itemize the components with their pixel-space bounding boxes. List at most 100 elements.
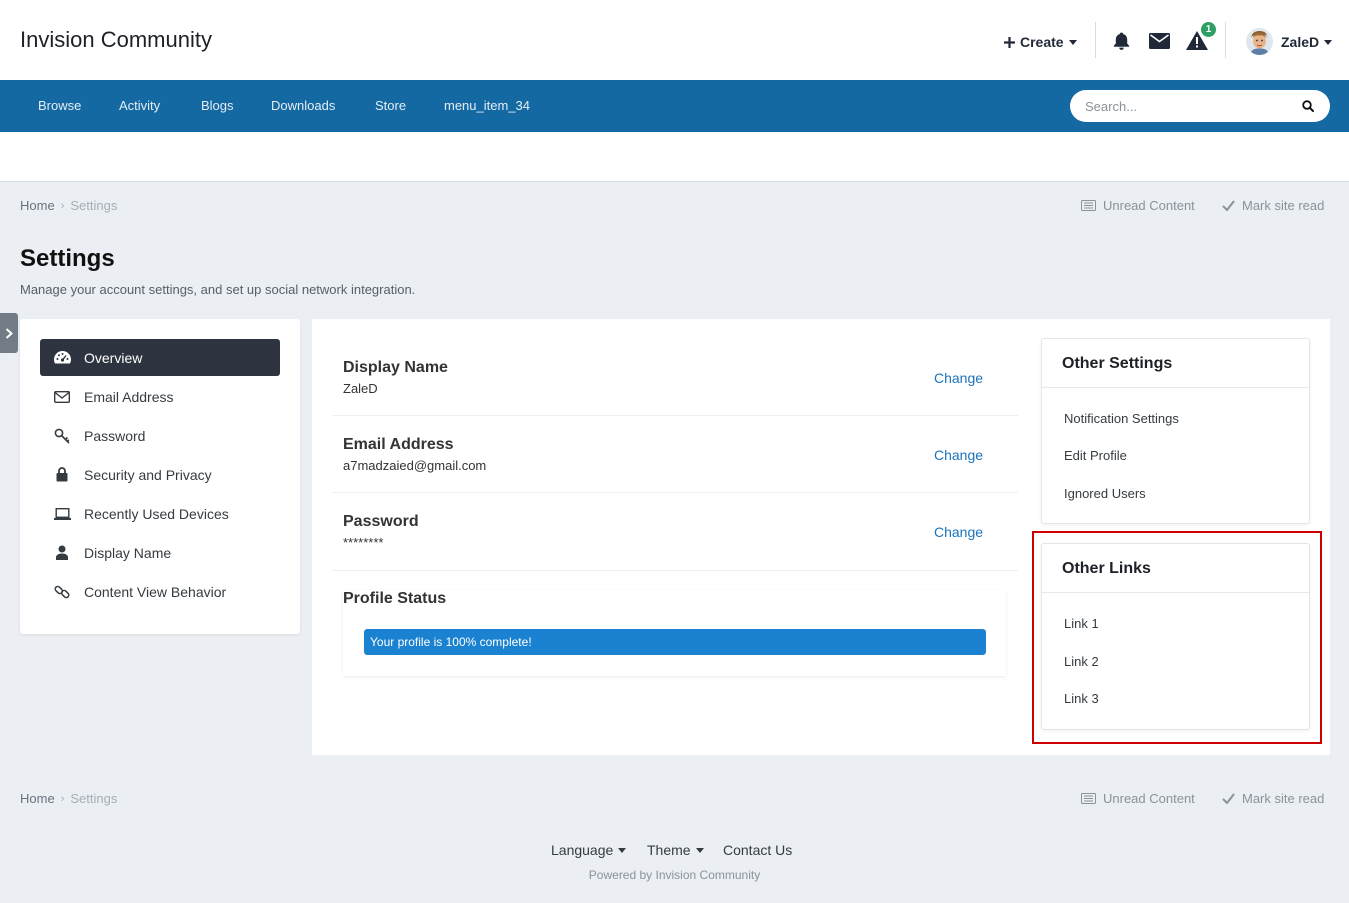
ignored-users-link[interactable]: Ignored Users <box>1064 486 1146 501</box>
email-address-row: Email Address a7madzaied@gmail.com Chang… <box>332 416 1018 493</box>
change-display-name-link[interactable]: Change <box>934 370 983 386</box>
settings-menu-recently-used-devices[interactable]: Recently Used Devices <box>40 495 280 532</box>
search-icon[interactable] <box>1302 100 1314 112</box>
envelope-icon <box>40 390 84 403</box>
settings-menu-label: Security and Privacy <box>84 466 212 483</box>
notifications-bell-icon[interactable] <box>1112 31 1131 51</box>
check-icon <box>1222 200 1235 211</box>
nav-item-activity[interactable]: Activity <box>119 98 160 113</box>
messages-envelope-icon[interactable] <box>1149 33 1170 49</box>
unread-content-link[interactable]: Unread Content <box>1081 791 1195 806</box>
user-avatar[interactable] <box>1246 28 1273 55</box>
notification-count-badge: 1 <box>1200 21 1217 38</box>
site-header: Invision Community Create 1 ZaleD <box>0 0 1349 80</box>
sub-navigation-bar <box>0 132 1349 182</box>
notification-settings-link[interactable]: Notification Settings <box>1064 411 1179 426</box>
main-navigation: Browse Activity Blogs Downloads Store me… <box>0 80 1349 132</box>
settings-menu: Overview Email Address Password Security… <box>20 319 300 634</box>
unread-content-label: Unread Content <box>1103 198 1195 213</box>
settings-menu-security-and-privacy[interactable]: Security and Privacy <box>40 456 280 493</box>
breadcrumb-home[interactable]: Home <box>20 791 55 806</box>
chevron-right-icon <box>5 327 13 339</box>
user-icon <box>40 545 84 560</box>
settings-menu-label: Email Address <box>84 388 174 405</box>
header-divider <box>1095 22 1096 58</box>
nav-item-blogs[interactable]: Blogs <box>201 98 234 113</box>
display-name-value: ZaleD <box>343 381 378 396</box>
chevron-down-icon <box>1068 39 1077 45</box>
theme-label: Theme <box>647 842 691 858</box>
newspaper-icon <box>1081 200 1096 211</box>
chevron-right-icon: › <box>60 792 65 805</box>
settings-menu-password[interactable]: Password <box>40 417 280 454</box>
breadcrumb: Home › Settings <box>20 198 117 213</box>
breadcrumb-current: Settings <box>70 198 118 213</box>
powered-by-text: Powered by Invision Community <box>588 868 761 882</box>
chevron-down-icon <box>1324 39 1333 45</box>
profile-progress-text: Your profile is 100% complete! <box>370 635 532 649</box>
newspaper-icon <box>1081 793 1096 804</box>
settings-menu-label: Display Name <box>84 544 172 561</box>
breadcrumb-current: Settings <box>70 791 118 806</box>
email-address-value: a7madzaied@gmail.com <box>343 458 487 473</box>
search-box <box>1070 90 1330 122</box>
settings-menu-label: Content View Behavior <box>84 583 227 600</box>
username-label: ZaleD <box>1281 34 1320 50</box>
settings-menu-display-name[interactable]: Display Name <box>40 534 280 571</box>
footer-breadcrumb: Home › Settings <box>20 791 117 806</box>
breadcrumb-home[interactable]: Home <box>20 198 55 213</box>
highlight-box <box>1032 531 1322 744</box>
contact-us-link[interactable]: Contact Us <box>723 842 792 858</box>
create-button[interactable]: Create <box>1004 34 1077 50</box>
nav-item-menu-item-34[interactable]: menu_item_34 <box>444 98 530 113</box>
settings-menu-label: Password <box>84 427 146 444</box>
password-value: ******** <box>343 535 384 550</box>
email-address-label: Email Address <box>343 436 454 453</box>
mark-site-read-link[interactable]: Mark site read <box>1222 791 1324 806</box>
chevron-right-icon: › <box>60 199 65 212</box>
settings-menu-label: Recently Used Devices <box>84 505 229 522</box>
nav-item-browse[interactable]: Browse <box>38 98 81 113</box>
chevron-down-icon <box>695 847 704 853</box>
password-label: Password <box>343 513 419 530</box>
mark-site-read-link[interactable]: Mark site read <box>1222 198 1324 213</box>
lock-icon <box>40 467 84 482</box>
link-icon <box>40 584 84 600</box>
profile-status-card: Profile Status Your profile is 100% comp… <box>343 590 1006 676</box>
chevron-down-icon <box>618 847 627 853</box>
display-name-label: Display Name <box>343 359 448 376</box>
mark-site-read-label: Mark site read <box>1242 791 1325 806</box>
settings-menu-overview[interactable]: Overview <box>40 339 280 376</box>
key-icon <box>40 428 84 444</box>
check-icon <box>1222 793 1235 804</box>
dashboard-icon <box>40 351 84 364</box>
other-settings-widget: Other Settings Notification Settings Edi… <box>1041 338 1310 524</box>
site-logo[interactable]: Invision Community <box>20 27 212 53</box>
password-row: Password ******** Change <box>332 493 1018 571</box>
laptop-icon <box>40 507 84 520</box>
unread-content-link[interactable]: Unread Content <box>1081 198 1195 213</box>
change-password-link[interactable]: Change <box>934 524 983 540</box>
mark-site-read-label: Mark site read <box>1242 198 1325 213</box>
header-divider <box>1225 22 1226 58</box>
plus-icon <box>1004 36 1015 48</box>
profile-status-label: Profile Status <box>343 590 447 607</box>
change-email-link[interactable]: Change <box>934 447 983 463</box>
nav-item-store[interactable]: Store <box>375 98 406 113</box>
nav-item-downloads[interactable]: Downloads <box>271 98 335 113</box>
user-menu[interactable]: ZaleD <box>1281 34 1333 50</box>
settings-menu-content-view-behavior[interactable]: Content View Behavior <box>40 573 280 610</box>
settings-menu-label: Overview <box>84 349 143 366</box>
edit-profile-link[interactable]: Edit Profile <box>1064 448 1127 463</box>
language-label: Language <box>551 842 614 858</box>
profile-progress-bar: Your profile is 100% complete! <box>364 629 986 655</box>
page-title: Settings <box>20 245 115 272</box>
settings-menu-email-address[interactable]: Email Address <box>40 378 280 415</box>
sidebar-toggle[interactable] <box>0 313 18 353</box>
search-input[interactable] <box>1085 90 1285 122</box>
create-label: Create <box>1020 34 1064 50</box>
display-name-row: Display Name ZaleD Change <box>332 339 1018 416</box>
theme-menu[interactable]: Theme <box>647 842 704 858</box>
language-menu[interactable]: Language <box>551 842 627 858</box>
other-settings-title: Other Settings <box>1042 339 1309 388</box>
